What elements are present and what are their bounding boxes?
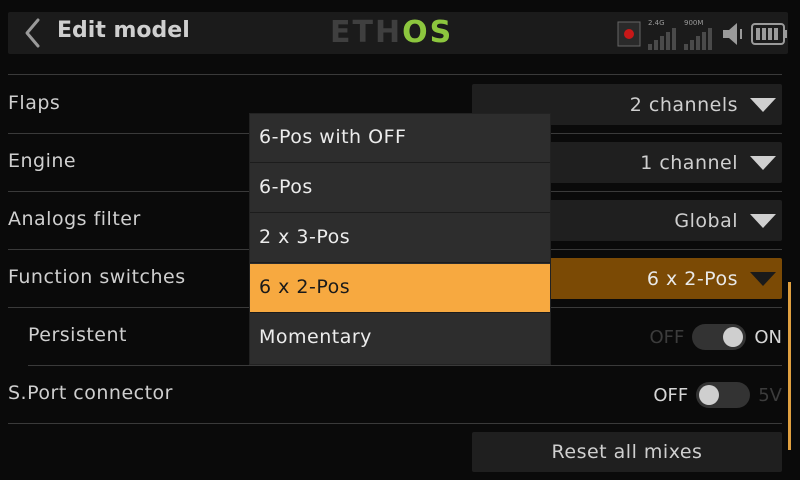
function-switches-value: 6 x 2-Pos <box>646 268 738 290</box>
sport-connector-toggle[interactable]: OFF 5V <box>653 381 782 409</box>
persistent-off-label: OFF <box>649 326 685 348</box>
reset-all-mixes-button[interactable]: Reset all mixes <box>472 432 782 472</box>
persistent-toggle-track[interactable] <box>692 324 747 350</box>
persistent-toggle-knob <box>723 327 744 347</box>
dropdown-option[interactable]: 6-Pos <box>250 164 550 213</box>
caret-down-icon <box>750 98 776 112</box>
dropdown-option[interactable]: 2 x 3-Pos <box>250 214 550 263</box>
persistent-label: Persistent <box>28 324 127 346</box>
header-bar: Edit model ETHOS 2.4G 900M <box>0 0 800 68</box>
dropdown-option-selected[interactable]: 6 x 2-Pos <box>250 264 550 313</box>
sport-on-label: 5V <box>758 384 782 406</box>
svg-text:2.4G: 2.4G <box>648 19 665 27</box>
persistent-on-label: ON <box>754 326 782 348</box>
flaps-value: 2 channels <box>629 94 738 116</box>
ethos-logo: ETHOS <box>330 15 454 50</box>
function-switches-dropdown: 6-Pos with OFF 6-Pos 2 x 3-Pos 6 x 2-Pos… <box>250 114 550 364</box>
function-switches-label: Function switches <box>8 266 186 288</box>
page-title: Edit model <box>57 18 190 43</box>
back-button[interactable] <box>16 14 50 52</box>
persistent-toggle[interactable]: OFF ON <box>649 323 782 351</box>
dropdown-option[interactable]: 6-Pos with OFF <box>250 114 550 163</box>
scrollbar[interactable] <box>788 282 791 450</box>
svg-text:900M: 900M <box>684 19 703 27</box>
sport-toggle-track[interactable] <box>696 382 751 408</box>
chevron-left-icon <box>25 18 40 48</box>
engine-label: Engine <box>8 150 77 172</box>
dropdown-option[interactable]: Momentary <box>250 314 550 363</box>
battery-icon <box>751 23 787 45</box>
status-icons: 2.4G 900M <box>612 12 792 54</box>
caret-down-icon <box>750 156 776 170</box>
flaps-label: Flaps <box>8 92 61 114</box>
sport-connector-label: S.Port connector <box>8 382 173 404</box>
record-icon <box>617 21 641 47</box>
divider <box>8 423 782 424</box>
sport-toggle-knob <box>699 385 720 405</box>
speaker-icon <box>723 23 742 45</box>
divider <box>8 74 782 75</box>
analogs-filter-value: Global <box>674 210 738 232</box>
sport-off-label: OFF <box>653 384 689 406</box>
signal-bars-icon: 2.4G 900M <box>648 19 712 50</box>
caret-down-icon <box>750 272 776 286</box>
analogs-filter-label: Analogs filter <box>8 208 141 230</box>
caret-down-icon <box>750 214 776 228</box>
row-sport-connector: S.Port connector OFF 5V <box>0 366 800 424</box>
engine-value: 1 channel <box>640 152 738 174</box>
